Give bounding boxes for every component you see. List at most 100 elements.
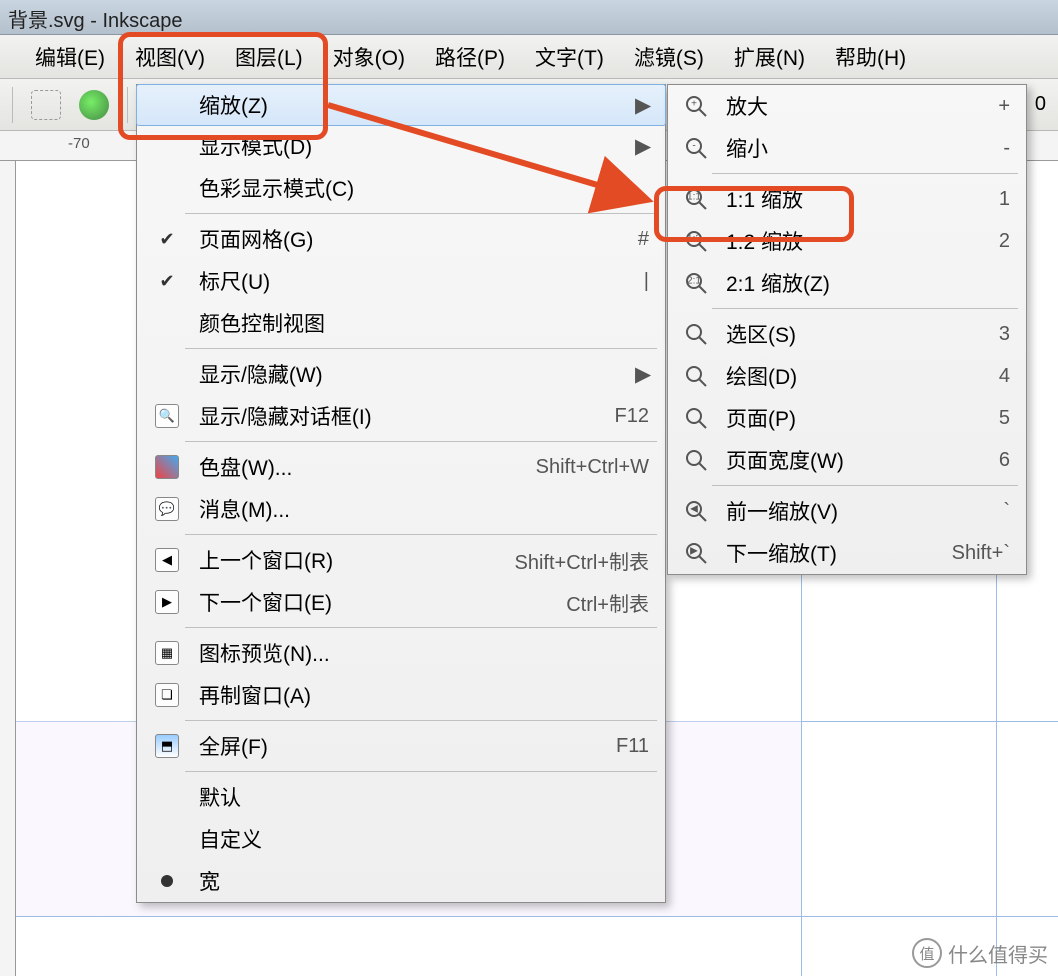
watermark-icon: 值 <box>912 938 942 968</box>
zoom-draw-icon <box>684 364 708 388</box>
menuitem-zoom-out[interactable]: - 缩小 - <box>668 127 1026 169</box>
shortcut-text: Shift+Ctrl+W <box>506 456 649 479</box>
menuitem-label: 色盘(W)... <box>199 452 494 482</box>
menuitem-custom[interactable]: 自定义 <box>137 818 665 860</box>
svg-text:▶: ▶ <box>690 546 698 557</box>
view-dropdown: 缩放(Z) ▶ 显示模式(D) ▶ 色彩显示模式(C) ✔ 页面网格(G) # … <box>136 84 666 903</box>
shortcut-text: # <box>608 228 649 251</box>
menuitem-fullscreen[interactable]: ⬒ 全屏(F) F11 <box>137 725 665 767</box>
zoom-21-icon: 2:1 <box>684 271 708 295</box>
swatches-icon <box>155 455 179 479</box>
menu-text[interactable]: 文字(T) <box>525 38 614 76</box>
toolbar-number: 0 <box>1035 93 1058 116</box>
menuitem-zoom-prev[interactable]: ◀ 前一缩放(V) ` <box>668 490 1026 532</box>
menu-filters[interactable]: 滤镜(S) <box>624 38 714 76</box>
watermark: 值 什么值得买 <box>912 938 1048 968</box>
annotation-highlight-zoom11 <box>654 186 854 242</box>
menuitem-label: 选区(S) <box>726 319 957 349</box>
menu-help[interactable]: 帮助(H) <box>825 38 916 76</box>
menuitem-label: 显示/隐藏对话框(I) <box>199 401 573 431</box>
shortcut-text: 3 <box>969 323 1010 346</box>
menuitem-label: 宽 <box>199 866 649 896</box>
shortcut-text: F12 <box>585 405 649 428</box>
icon-preview-icon: ▦ <box>155 641 179 665</box>
zoom-prev-icon: ◀ <box>684 499 708 523</box>
chevron-right-icon: ▶ <box>635 362 649 387</box>
menuitem-swatches[interactable]: 色盘(W)... Shift+Ctrl+W <box>137 446 665 488</box>
menuitem-label: 页面(P) <box>726 403 957 433</box>
menu-path[interactable]: 路径(P) <box>425 38 515 76</box>
check-icon: ✔ <box>158 271 176 292</box>
zoom-pw-icon <box>684 448 708 472</box>
shortcut-text: Shift+` <box>922 542 1010 565</box>
menuitem-label: 页面宽度(W) <box>726 445 957 475</box>
menuitem-zoom-in[interactable]: + 放大 + <box>668 85 1026 127</box>
bullet-icon <box>161 875 173 887</box>
ruler-vertical <box>0 161 16 976</box>
menuitem-icon-preview[interactable]: ▦ 图标预览(N)... <box>137 632 665 674</box>
menu-separator <box>185 534 657 535</box>
menuitem-prev-window[interactable]: ◀ 上一个窗口(R) Shift+Ctrl+制表 <box>137 539 665 581</box>
menuitem-label: 色彩显示模式(C) <box>199 173 649 203</box>
menuitem-label: 下一个窗口(E) <box>199 587 524 617</box>
zoom-in-icon: + <box>684 94 708 118</box>
check-icon: ✔ <box>158 229 176 250</box>
chevron-right-icon: ▶ <box>635 93 649 118</box>
menuitem-label: 默认 <box>199 782 649 812</box>
zoom-next-icon: ▶ <box>684 541 708 565</box>
menuitem-label: 页面网格(G) <box>199 224 596 254</box>
menuitem-zoom-drawing[interactable]: 绘图(D) 4 <box>668 355 1026 397</box>
menu-separator <box>712 308 1018 309</box>
menu-extensions[interactable]: 扩展(N) <box>724 38 815 76</box>
menuitem-wide[interactable]: 宽 <box>137 860 665 902</box>
menuitem-label: 图标预览(N)... <box>199 638 649 668</box>
window-title: 背景.svg - Inkscape <box>8 10 183 32</box>
menuitem-label: 全屏(F) <box>199 731 574 761</box>
menuitem-next-window[interactable]: ▶ 下一个窗口(E) Ctrl+制表 <box>137 581 665 623</box>
menu-separator <box>712 485 1018 486</box>
menuitem-default[interactable]: 默认 <box>137 776 665 818</box>
menu-separator <box>185 771 657 772</box>
fullscreen-icon: ⬒ <box>155 734 179 758</box>
menuitem-page-grid[interactable]: ✔ 页面网格(G) # <box>137 218 665 260</box>
menuitem-color-control[interactable]: 颜色控制视图 <box>137 302 665 344</box>
menuitem-zoom-page[interactable]: 页面(P) 5 <box>668 397 1026 439</box>
menuitem-label: 标尺(U) <box>199 266 602 296</box>
shortcut-text: 6 <box>969 449 1010 472</box>
menu-object[interactable]: 对象(O) <box>323 38 415 76</box>
dialog-icon: 🔍 <box>155 404 179 428</box>
menuitem-dup-window[interactable]: ❏ 再制窗口(A) <box>137 674 665 716</box>
menuitem-label: 显示/隐藏(W) <box>199 359 623 389</box>
menuitem-color-display[interactable]: 色彩显示模式(C) <box>137 167 665 209</box>
svg-text:2:1: 2:1 <box>687 276 701 287</box>
window-titlebar: 背景.svg - Inkscape <box>0 0 1058 35</box>
shortcut-text: 2 <box>969 230 1010 253</box>
menuitem-zoom-selection[interactable]: 选区(S) 3 <box>668 313 1026 355</box>
menuitem-label: 自定义 <box>199 824 649 854</box>
menu-separator <box>185 441 657 442</box>
zoom-out-icon: - <box>684 136 708 160</box>
shortcut-text: F11 <box>586 735 649 758</box>
menu-separator <box>712 173 1018 174</box>
shortcut-text: ` <box>973 500 1010 523</box>
menu-edit[interactable]: 编辑(E) <box>25 38 115 76</box>
menuitem-rulers[interactable]: ✔ 标尺(U) | <box>137 260 665 302</box>
chevron-right-icon: ▶ <box>635 134 649 159</box>
tool-icon[interactable] <box>79 90 109 120</box>
menu-separator <box>185 627 657 628</box>
messages-icon: 💬 <box>155 497 179 521</box>
ruler-label: -70 <box>68 135 90 152</box>
menu-separator <box>185 213 657 214</box>
svg-text:+: + <box>691 99 697 110</box>
menuitem-messages[interactable]: 💬 消息(M)... <box>137 488 665 530</box>
menu-separator <box>185 348 657 349</box>
menuitem-dialogs[interactable]: 🔍 显示/隐藏对话框(I) F12 <box>137 395 665 437</box>
menuitem-zoom-page-width[interactable]: 页面宽度(W) 6 <box>668 439 1026 481</box>
watermark-text: 什么值得买 <box>948 939 1048 968</box>
menuitem-label: 颜色控制视图 <box>199 308 649 338</box>
menuitem-label: 前一缩放(V) <box>726 496 961 526</box>
select-icon[interactable] <box>31 90 61 120</box>
menuitem-zoom-next[interactable]: ▶ 下一缩放(T) Shift+` <box>668 532 1026 574</box>
menuitem-show-hide[interactable]: 显示/隐藏(W) ▶ <box>137 353 665 395</box>
menuitem-zoom-21[interactable]: 2:1 2:1 缩放(Z) <box>668 262 1026 304</box>
